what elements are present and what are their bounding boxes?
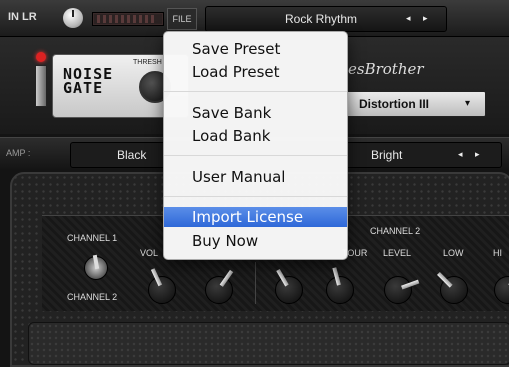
menu-item-user-manual[interactable]: User Manual [164, 167, 347, 187]
menu-item-import-license[interactable]: Import License [164, 207, 347, 227]
menu-item-buy-now[interactable]: Buy Now [164, 231, 347, 251]
input-label: IN LR [8, 11, 37, 23]
vol-label: VOL [140, 248, 159, 258]
level-label: LEVEL [383, 248, 412, 258]
channel-divider [255, 262, 256, 304]
channel-1-label: CHANNEL 1 [67, 233, 118, 243]
amp-prev-next-arrows[interactable]: ◂ ▸ [458, 149, 485, 160]
amp-right-selector[interactable]: Bright ◂ ▸ [345, 142, 502, 168]
amp-left-name: Black [117, 148, 147, 162]
distortion-selector[interactable]: Distortion III ▾ [346, 91, 486, 117]
brand-logo-text: esBrother [348, 60, 424, 78]
preset-selector[interactable]: Rock Rhythm ◂ ▸ [205, 6, 447, 32]
channel-toggle-switch[interactable] [84, 256, 108, 280]
gate-power-switch[interactable] [35, 65, 47, 107]
ch2-contour-knob[interactable] [326, 267, 354, 304]
menu-separator [164, 91, 347, 92]
menu-item-load-preset[interactable]: Load Preset [164, 62, 347, 82]
input-gain-knob[interactable] [63, 8, 83, 28]
thresh-label: THRESH [133, 59, 162, 66]
speaker-grille [28, 322, 509, 365]
chevron-down-icon[interactable]: ▾ [465, 98, 470, 109]
power-led-icon [36, 52, 46, 62]
preset-prev-next-arrows[interactable]: ◂ ▸ [406, 13, 433, 24]
amp-right-name: Bright [371, 148, 403, 162]
amp-left-selector[interactable]: Black [70, 142, 172, 168]
file-menu-button[interactable]: FILE [167, 8, 197, 30]
menu-item-save-bank[interactable]: Save Bank [164, 103, 347, 123]
input-level-meter [92, 12, 164, 26]
ch2-gain-knob[interactable] [275, 268, 303, 304]
menu-separator [164, 155, 347, 156]
menu-item-save-preset[interactable]: Save Preset [164, 39, 347, 59]
channel-2-title: CHANNEL 2 [370, 226, 421, 236]
low-label: LOW [443, 248, 464, 258]
ch2-low-knob[interactable] [437, 272, 468, 304]
ch1-tone-knob[interactable] [205, 269, 234, 304]
amp-label: AMP : [6, 148, 31, 158]
menu-item-load-bank[interactable]: Load Bank [164, 126, 347, 146]
ch1-volume-knob[interactable] [148, 268, 176, 304]
hi-label: HI [493, 248, 502, 258]
file-dropdown-menu: Save Preset Load Preset Save Bank Load B… [163, 31, 348, 260]
ch2-level-knob[interactable] [384, 276, 420, 304]
menu-separator [164, 196, 347, 197]
preset-name: Rock Rhythm [284, 12, 358, 26]
noise-gate-title: NOISE GATE [63, 65, 114, 97]
distortion-name: Distortion III [359, 97, 429, 111]
channel-2-label: CHANNEL 2 [67, 292, 118, 302]
